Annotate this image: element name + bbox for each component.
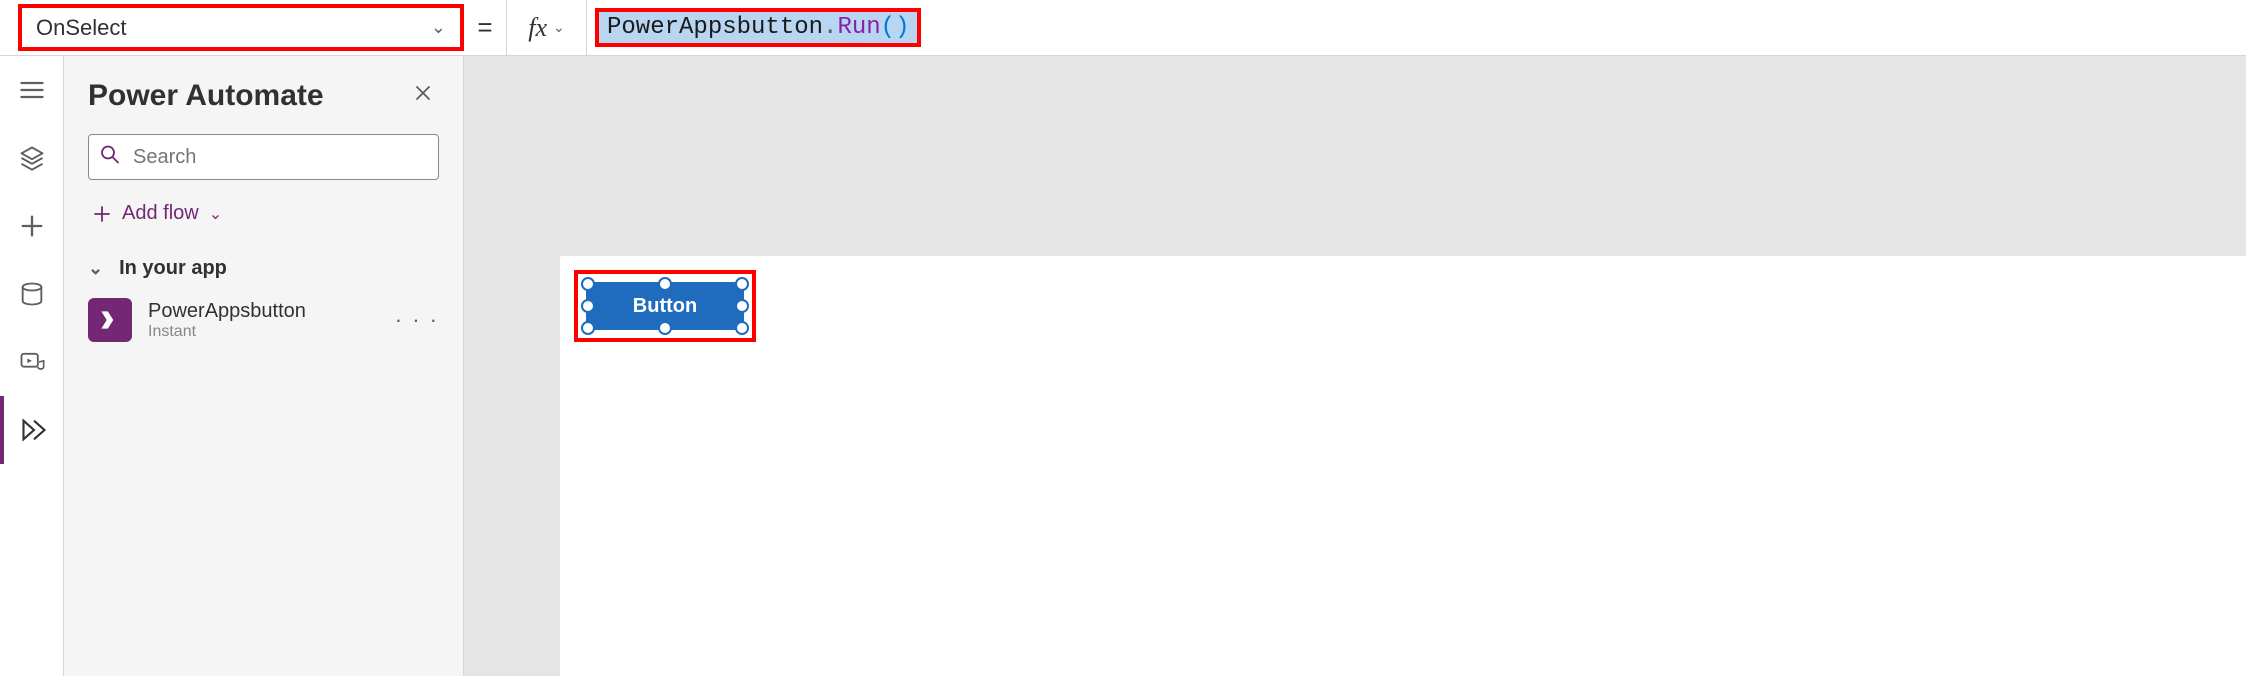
design-canvas[interactable]: Button <box>464 56 2246 676</box>
add-flow-label: Add flow <box>122 202 199 225</box>
flow-item-name: PowerAppsbutton <box>148 300 379 323</box>
rail-power-automate[interactable] <box>0 396 64 464</box>
chevron-down-icon: ⌄ <box>88 258 103 279</box>
property-dropdown[interactable]: OnSelect ⌄ <box>18 4 464 51</box>
flow-item-more-button[interactable]: · · · <box>395 307 439 333</box>
chevron-down-icon: ⌄ <box>431 17 446 38</box>
chevron-down-icon: ⌄ <box>553 19 565 36</box>
layers-icon <box>18 144 46 172</box>
resize-handle[interactable] <box>658 277 672 291</box>
close-icon <box>413 83 433 103</box>
search-icon <box>100 145 120 170</box>
resize-handle[interactable] <box>581 299 595 313</box>
close-panel-button[interactable] <box>407 76 439 116</box>
rail-hamburger[interactable] <box>0 56 64 124</box>
chevron-down-icon: ⌄ <box>209 204 222 224</box>
canvas-button-label: Button <box>633 295 697 318</box>
search-input[interactable] <box>88 134 439 180</box>
flow-item-icon <box>88 298 132 342</box>
flow-item[interactable]: PowerAppsbutton Instant · · · <box>88 298 439 342</box>
database-icon <box>18 280 46 308</box>
hamburger-icon <box>18 76 46 104</box>
equals-label: = <box>464 0 506 55</box>
section-label: In your app <box>119 257 227 280</box>
power-automate-panel: Power Automate Add flow ⌄ ⌄ In your app <box>64 56 464 676</box>
artboard[interactable]: Button <box>560 256 2246 676</box>
highlight-box: Button <box>574 270 756 342</box>
flow-icon <box>20 416 48 444</box>
fx-icon: fx <box>528 13 547 43</box>
media-icon <box>18 348 46 376</box>
add-flow-button[interactable]: Add flow ⌄ <box>88 194 439 233</box>
resize-handle[interactable] <box>735 321 749 335</box>
resize-handle[interactable] <box>581 321 595 335</box>
rail-insert[interactable] <box>0 192 64 260</box>
resize-handle[interactable] <box>658 321 672 335</box>
rail-media[interactable] <box>0 328 64 396</box>
formula-selection: PowerAppsbutton.Run() <box>595 8 921 47</box>
formula-bar: OnSelect ⌄ = fx ⌄ PowerAppsbutton.Run() <box>0 0 2246 56</box>
resize-handle[interactable] <box>581 277 595 291</box>
plus-icon <box>18 212 46 240</box>
plus-icon <box>92 204 112 224</box>
rail-data[interactable] <box>0 260 64 328</box>
fx-dropdown[interactable]: fx ⌄ <box>506 0 586 55</box>
formula-input[interactable]: PowerAppsbutton.Run() <box>586 0 2246 55</box>
canvas-button[interactable]: Button <box>586 282 744 330</box>
resize-handle[interactable] <box>735 299 749 313</box>
property-selected: OnSelect <box>36 15 127 41</box>
left-rail <box>0 56 64 676</box>
rail-layers[interactable] <box>0 124 64 192</box>
flow-item-subtype: Instant <box>148 323 379 341</box>
section-in-your-app[interactable]: ⌄ In your app <box>88 257 439 280</box>
resize-handle[interactable] <box>735 277 749 291</box>
panel-title: Power Automate <box>88 79 324 113</box>
